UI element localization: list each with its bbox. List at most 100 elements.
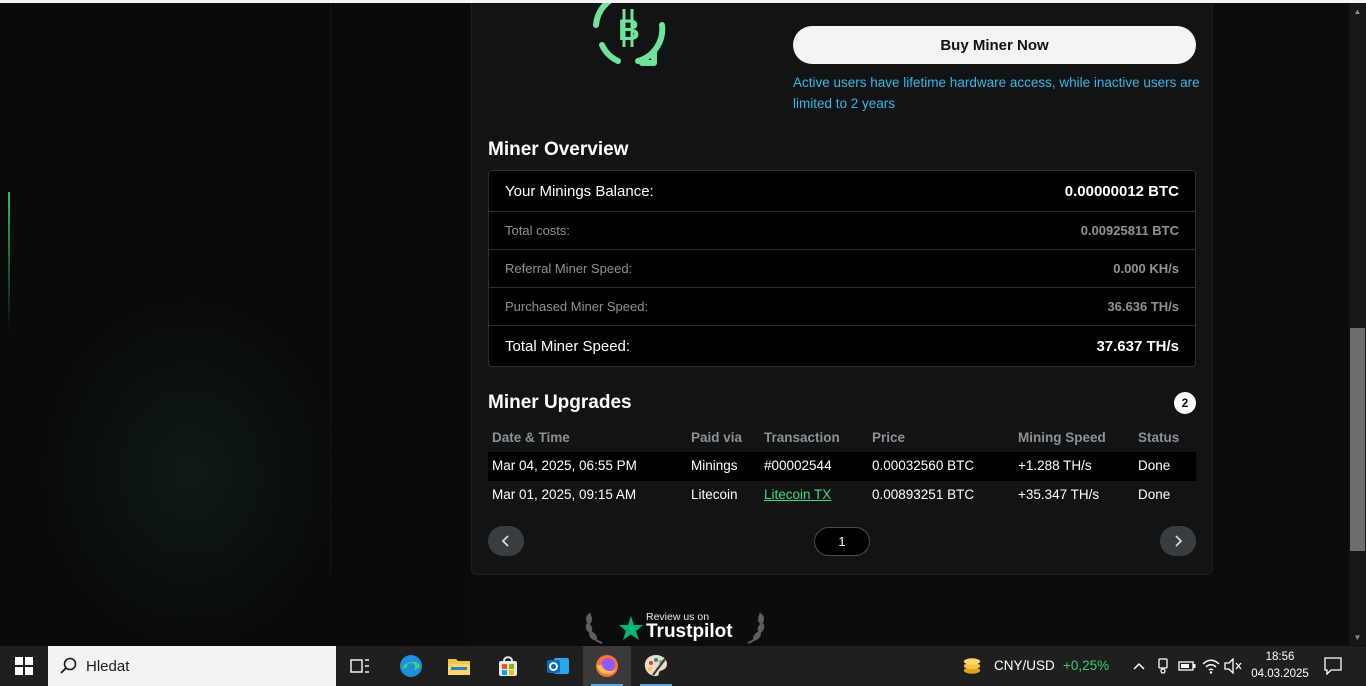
overview-row-total-costs: Total costs: 0.00925811 BTC <box>489 212 1195 250</box>
taskbar-paint[interactable] <box>632 646 680 686</box>
column-header: Price <box>872 430 906 445</box>
task-view-button[interactable] <box>336 646 384 686</box>
device-icon <box>1158 658 1168 674</box>
notification-icon <box>1324 657 1342 675</box>
scroll-up-arrow-icon[interactable]: ▲ <box>1350 4 1365 18</box>
overview-row-purchased-speed: Purchased Miner Speed: 36.636 TH/s <box>489 288 1195 326</box>
show-hidden-icons-button[interactable] <box>1129 656 1149 676</box>
cell-price: 0.00893251 BTC <box>872 487 975 502</box>
table-header: Date & Time Paid via Transaction Price M… <box>488 424 1196 452</box>
laurel-right-icon <box>747 612 765 644</box>
next-page-button[interactable] <box>1160 526 1196 556</box>
column-header: Date & Time <box>492 430 570 445</box>
chevron-right-icon <box>1175 535 1183 547</box>
start-button[interactable] <box>0 646 48 686</box>
table-row: Mar 01, 2025, 09:15 AM Litecoin Litecoin… <box>488 481 1196 510</box>
taskbar-outlook[interactable] <box>534 646 582 686</box>
sidebar-divider <box>330 3 331 575</box>
litecoin-tx-link[interactable]: Litecoin TX <box>764 487 831 502</box>
svg-text:B: B <box>618 14 640 47</box>
paint-palette-icon <box>644 655 667 677</box>
taskbar-clock[interactable]: 18:56 04.03.2025 <box>1248 649 1312 683</box>
currency-widget-icon[interactable] <box>962 656 982 676</box>
miner-overview-table: Your Minings Balance: 0.00000012 BTC Tot… <box>488 170 1196 367</box>
trustpilot-review-badge[interactable]: Review us on Trustpilot <box>584 607 766 647</box>
chevron-up-icon <box>1133 662 1145 670</box>
taskbar-edge[interactable] <box>387 646 435 686</box>
search-input[interactable] <box>86 657 306 675</box>
overview-row-referral-speed: Referral Miner Speed: 0.000 KH/s <box>489 250 1195 288</box>
currency-change[interactable]: +0,25% <box>1063 658 1109 673</box>
battery-status[interactable] <box>1177 656 1197 676</box>
buy-miner-button[interactable]: Buy Miner Now <box>793 26 1196 64</box>
task-view-icon <box>350 659 369 673</box>
page-background <box>0 3 470 645</box>
trustpilot-star-icon <box>619 616 643 640</box>
balance-value: 0.00000012 BTC <box>1064 182 1179 200</box>
notification-center-button[interactable] <box>1323 656 1343 676</box>
battery-icon <box>1178 661 1196 671</box>
current-page-indicator[interactable]: 1 <box>814 527 870 556</box>
column-header: Transaction <box>764 430 840 445</box>
trustpilot-logo-text: Trustpilot <box>646 621 733 642</box>
taskbar-firefox[interactable] <box>583 646 631 686</box>
volume-status[interactable] <box>1223 656 1243 676</box>
scroll-down-arrow-icon[interactable]: ▼ <box>1350 630 1365 644</box>
cell-price: 0.00032560 BTC <box>872 458 975 473</box>
cell-transaction: #00002544 <box>764 458 832 473</box>
taskbar-file-explorer[interactable] <box>435 646 483 686</box>
laurel-left-icon <box>585 612 603 644</box>
referral-speed-value: 0.000 KH/s <box>1113 261 1179 276</box>
folder-icon <box>448 659 470 675</box>
firefox-icon <box>596 655 618 677</box>
cell-speed: +35.347 TH/s <box>1018 487 1100 502</box>
total-speed-label: Total Miner Speed: <box>505 337 631 355</box>
microsoft-store-icon <box>499 656 517 676</box>
overview-row-balance: Your Minings Balance: 0.00000012 BTC <box>489 171 1195 212</box>
total-costs-label: Total costs: <box>505 223 571 238</box>
balance-label: Your Minings Balance: <box>505 182 654 200</box>
cell-status: Done <box>1138 458 1171 473</box>
currency-pair[interactable]: CNY/USD <box>994 658 1055 673</box>
chevron-left-icon <box>501 535 509 547</box>
cell-status: Done <box>1138 487 1171 502</box>
miner-overview-title: Miner Overview <box>488 139 629 160</box>
windows-logo-icon <box>15 657 33 675</box>
column-header: Paid via <box>691 430 743 445</box>
purchased-speed-label: Purchased Miner Speed: <box>505 299 649 314</box>
total-speed-value: 37.637 TH/s <box>1096 337 1179 355</box>
table-row: Mar 04, 2025, 06:55 PM Minings #00002544… <box>488 452 1196 481</box>
hardware-access-note: Active users have lifetime hardware acce… <box>793 75 1200 111</box>
cell-date: Mar 01, 2025, 09:15 AM <box>492 487 637 502</box>
speaker-muted-icon <box>1224 658 1242 674</box>
cell-date: Mar 04, 2025, 06:55 PM <box>492 458 637 473</box>
miner-upgrades-title: Miner Upgrades <box>488 392 632 413</box>
cell-paid-via: Litecoin <box>691 487 738 502</box>
clock-date: 04.03.2025 <box>1251 668 1309 680</box>
windows-taskbar: CNY/USD +0,25% 18:56 04.03. <box>0 646 1366 686</box>
taskbar-store[interactable] <box>484 646 532 686</box>
cell-speed: +1.288 TH/s <box>1018 458 1092 473</box>
tray-device-button[interactable] <box>1153 656 1173 676</box>
edge-browser-icon <box>400 655 422 677</box>
column-header: Status <box>1138 430 1180 445</box>
coins-icon <box>963 658 981 674</box>
prev-page-button[interactable] <box>488 526 524 556</box>
decorative-accent-line <box>8 192 10 332</box>
referral-speed-label: Referral Miner Speed: <box>505 261 633 276</box>
overview-row-total-speed: Total Miner Speed: 37.637 TH/s <box>489 326 1195 366</box>
wifi-icon <box>1202 659 1220 674</box>
total-costs-value: 0.00925811 BTC <box>1080 223 1179 238</box>
column-header: Mining Speed <box>1018 430 1106 445</box>
outlook-icon <box>547 658 569 674</box>
purchased-speed-value: 36.636 TH/s <box>1107 299 1179 314</box>
bitcoin-refresh-icon: B <box>593 3 666 66</box>
upgrades-count-badge: 2 <box>1174 392 1196 414</box>
clock-time: 18:56 <box>1265 651 1295 663</box>
network-status[interactable] <box>1201 656 1221 676</box>
scrollbar-thumb[interactable] <box>1350 328 1365 551</box>
cell-paid-via: Minings <box>691 458 738 473</box>
upgrades-table: Date & Time Paid via Transaction Price M… <box>488 424 1196 510</box>
taskbar-search[interactable] <box>48 646 336 686</box>
search-icon <box>60 657 77 674</box>
